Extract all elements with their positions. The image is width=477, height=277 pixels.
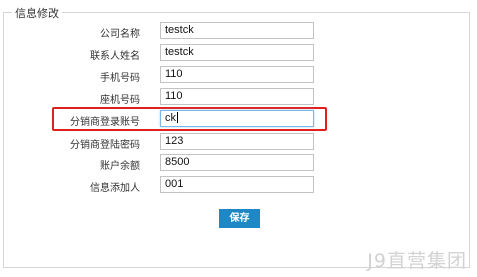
contact-name-label: 联系人姓名 [90, 51, 140, 62]
form-row-contact-name: 联系人姓名 testck [0, 44, 477, 64]
form-row-landline: 座机号码 110 [0, 88, 477, 108]
form-row-added-by: 信息添加人 001 [0, 176, 477, 196]
fieldset-legend: 信息修改 [12, 5, 62, 21]
company-name-input[interactable]: testck [160, 22, 314, 39]
distributor-account-input[interactable]: ck [160, 110, 314, 127]
mobile-label: 手机号码 [100, 73, 140, 84]
form-row-account-balance: 账户余额 8500 [0, 154, 477, 174]
save-button[interactable]: 保存 [219, 209, 260, 228]
mobile-input[interactable]: 110 [160, 66, 314, 83]
form-row-company-name: 公司名称 testck [0, 22, 477, 42]
distributor-account-value: ck [165, 112, 176, 124]
landline-label: 座机号码 [100, 95, 140, 106]
form-row-distributor-account: 分销商登录账号 ck [0, 110, 477, 130]
distributor-password-label: 分销商登陆密码 [70, 140, 140, 151]
added-by-input[interactable]: 001 [160, 176, 314, 193]
form-row-distributor-password: 分销商登陆密码 123 [0, 133, 477, 153]
distributor-password-input[interactable]: 123 [160, 133, 314, 150]
landline-input[interactable]: 110 [160, 88, 314, 105]
distributor-account-label: 分销商登录账号 [70, 117, 140, 128]
form-row-mobile: 手机号码 110 [0, 66, 477, 86]
account-balance-input[interactable]: 8500 [160, 154, 314, 171]
text-caret [177, 112, 178, 123]
contact-name-input[interactable]: testck [160, 44, 314, 61]
account-balance-label: 账户余额 [100, 161, 140, 172]
added-by-label: 信息添加人 [90, 183, 140, 194]
company-name-label: 公司名称 [100, 29, 140, 40]
watermark-logo: J9直营集团 [367, 250, 467, 272]
